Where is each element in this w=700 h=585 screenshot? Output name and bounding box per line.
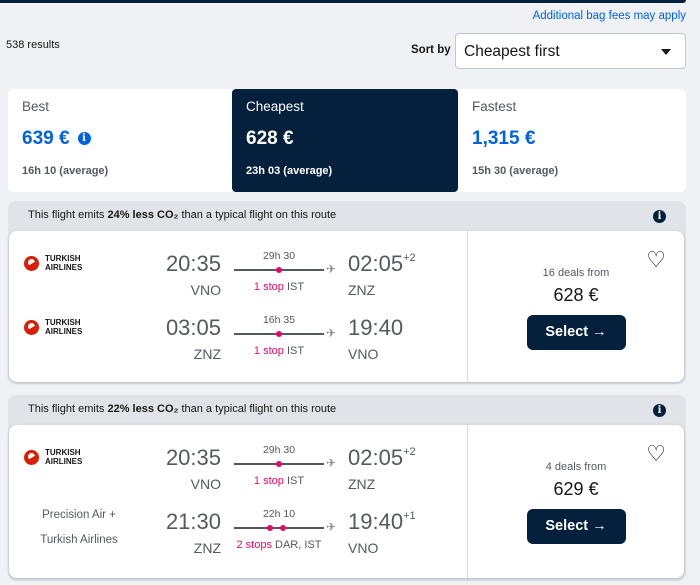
return-leg: TURKISH AIRLINES 03:05 ZNZ 16h 35 ✈ 1 stop I… <box>9 305 467 365</box>
arrival-code: ZNZ <box>348 282 376 298</box>
day-offset: +2 <box>403 252 416 264</box>
co2-text: than a typical flight on this route <box>178 209 337 221</box>
stop-dot <box>267 525 273 531</box>
tab-duration: 15h 30 (average) <box>472 165 559 177</box>
tab-label: Best <box>22 99 50 114</box>
duration: 16h 35 <box>262 314 296 326</box>
plane-icon: ✈ <box>326 520 337 534</box>
sort-tabs: Best 639 € i 16h 10 (average) Cheapest 62… <box>8 89 686 192</box>
co2-percent: 24% less CO₂ <box>107 209 179 221</box>
top-bar <box>0 0 686 3</box>
departure-code: ZNZ <box>193 540 221 556</box>
stop-airports: IST <box>286 281 305 293</box>
route-line: ✈ <box>234 262 336 276</box>
co2-percent: 22% less CO₂ <box>107 403 179 415</box>
plane-icon: ✈ <box>326 326 337 340</box>
departure-code: VNO <box>190 282 221 298</box>
departure-code: VNO <box>190 476 221 492</box>
co2-text: This flight emits <box>28 403 108 415</box>
stop-dot <box>280 525 286 531</box>
flight-card: This flight emits 22% less CO₂ than a ty… <box>8 395 686 581</box>
plane-icon: ✈ <box>326 456 337 470</box>
outbound-leg: TURKISH AIRLINES 20:35 VNO 29h 30 ✈ 1 stop I… <box>9 435 467 495</box>
tab-label: Cheapest <box>246 99 304 114</box>
caret-down-icon <box>661 49 671 55</box>
stop-count: 1 stop <box>253 475 284 487</box>
stop-dot <box>276 461 282 467</box>
tab-label: Fastest <box>472 99 517 114</box>
departure-time: 20:35 <box>165 445 221 470</box>
heart-icon[interactable]: ♡ <box>646 247 666 273</box>
select-button[interactable]: Select → <box>526 315 626 350</box>
route-line: ✈ <box>234 456 336 470</box>
co2-banner: This flight emits 24% less CO₂ than a ty… <box>28 209 336 221</box>
select-button[interactable]: Select → <box>526 509 626 544</box>
route-line: ✈ <box>234 326 336 340</box>
price: 628 € <box>553 285 599 305</box>
day-offset: +1 <box>403 510 416 522</box>
tab-fastest[interactable]: Fastest 1,315 € 15h 30 (average) <box>458 89 686 192</box>
departure-time: 03:05 <box>165 315 221 340</box>
tab-duration: 23h 03 (average) <box>246 165 333 177</box>
arrival-code: VNO <box>348 540 379 556</box>
sort-select[interactable]: Cheapest first <box>455 33 686 69</box>
info-icon[interactable]: i <box>653 404 666 417</box>
duration: 22h 10 <box>262 508 296 520</box>
departure-time: 20:35 <box>165 251 221 276</box>
arrival-time: 19:40 <box>348 509 404 534</box>
bag-fees-link[interactable]: Additional bag fees may apply <box>533 10 686 22</box>
tab-duration: 16h 10 (average) <box>22 165 109 177</box>
co2-text: This flight emits <box>28 209 108 221</box>
airline-names: Precision Air + Turkish Airlines <box>40 509 118 546</box>
arrival-code: ZNZ <box>348 476 376 492</box>
arrival-time: 02:05 <box>348 445 404 470</box>
info-icon[interactable]: i <box>653 210 666 223</box>
stop-count: 1 stop <box>253 345 284 357</box>
stop-count: 1 stop <box>253 281 284 293</box>
turkish-airlines-logo: TURKISH AIRLINES <box>24 448 82 466</box>
duration: 29h 30 <box>262 444 296 456</box>
price: 629 € <box>553 479 599 499</box>
stop-count: 2 stops <box>236 539 272 551</box>
tab-best[interactable]: Best 639 € i 16h 10 (average) <box>8 89 232 192</box>
outbound-leg: TURKISH AIRLINES 20:35 VNO 29h 30 ✈ 1 stop I… <box>9 241 467 301</box>
co2-text: than a typical flight on this route <box>178 403 337 415</box>
stop-dot <box>276 331 282 337</box>
stop-dot <box>276 267 282 273</box>
arrival-time: 19:40 <box>348 315 404 340</box>
flight-card: This flight emits 24% less CO₂ than a ty… <box>8 201 686 384</box>
stop-airports: IST <box>286 475 305 487</box>
return-leg: Precision Air + Turkish Airlines 21:30 ZNZ… <box>9 499 467 559</box>
day-offset: +2 <box>403 446 416 458</box>
tab-price: 639 € <box>22 128 70 149</box>
route-line: ✈ <box>234 520 336 534</box>
departure-code: ZNZ <box>193 346 221 362</box>
tab-cheapest[interactable]: Cheapest 628 € 23h 03 (average) <box>232 89 458 192</box>
tab-price: 628 € <box>246 128 294 149</box>
sort-value: Cheapest first <box>464 43 560 60</box>
plane-icon: ✈ <box>326 262 337 276</box>
tab-price: 1,315 € <box>472 128 536 149</box>
duration: 29h 30 <box>262 250 296 262</box>
heart-icon[interactable]: ♡ <box>646 441 666 467</box>
results-count: 538 results <box>6 39 60 51</box>
departure-time: 21:30 <box>165 509 221 534</box>
stop-airports: IST <box>286 345 305 357</box>
sort-label: Sort by <box>411 44 451 56</box>
turkish-airlines-logo: TURKISH AIRLINES <box>24 318 82 336</box>
arrival-time: 02:05 <box>348 251 404 276</box>
arrival-code: VNO <box>348 346 379 362</box>
co2-banner: This flight emits 22% less CO₂ than a ty… <box>28 403 336 415</box>
stop-airports: DAR, IST <box>275 539 322 551</box>
turkish-airlines-logo: TURKISH AIRLINES <box>24 254 82 272</box>
info-icon[interactable]: i <box>77 132 91 145</box>
